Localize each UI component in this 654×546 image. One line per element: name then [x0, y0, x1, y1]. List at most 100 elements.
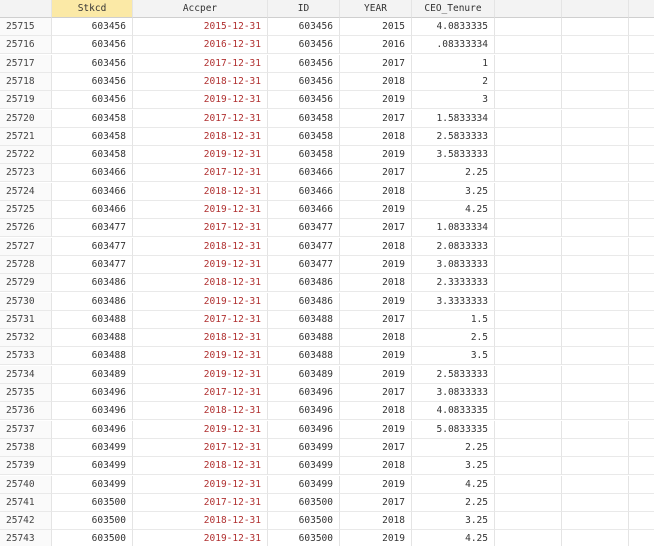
cell-stkcd[interactable]: 603496: [52, 402, 133, 421]
table-row[interactable]: 25728 603477 2019-12-31 603477 2019 3.0833333: [0, 255, 654, 274]
empty-cell[interactable]: [495, 530, 562, 546]
empty-cell[interactable]: [495, 36, 562, 55]
empty-cell[interactable]: [562, 493, 629, 512]
empty-cell[interactable]: [562, 255, 629, 274]
row-number[interactable]: 25741: [0, 493, 52, 512]
row-number[interactable]: 25726: [0, 219, 52, 238]
empty-cell[interactable]: [629, 128, 654, 146]
cell-stkcd[interactable]: 603499: [52, 475, 133, 494]
table-row[interactable]: 25739 603499 2018-12-31 603499 2018 3.25: [0, 457, 654, 476]
column-header-accper[interactable]: Accper: [133, 0, 268, 18]
cell-id[interactable]: 603477: [268, 255, 340, 274]
cell-id[interactable]: 603458: [268, 109, 340, 128]
cell-year[interactable]: 2019: [340, 530, 412, 546]
cell-accper[interactable]: 2018-12-31: [133, 402, 268, 421]
empty-cell[interactable]: [495, 146, 562, 165]
cell-ceo-tenure[interactable]: 3.5: [412, 347, 495, 366]
cell-year[interactable]: 2017: [340, 493, 412, 512]
row-number[interactable]: 25717: [0, 54, 52, 73]
empty-cell[interactable]: [495, 438, 562, 457]
cell-ceo-tenure[interactable]: 2.5833333: [412, 127, 495, 146]
cell-stkcd[interactable]: 603466: [52, 201, 133, 219]
cell-ceo-tenure[interactable]: 3.25: [412, 512, 495, 531]
cell-stkcd[interactable]: 603496: [52, 420, 133, 439]
row-number[interactable]: 25721: [0, 127, 52, 146]
cell-id[interactable]: 603496: [268, 420, 340, 439]
cell-ceo-tenure[interactable]: 2.3333333: [412, 274, 495, 293]
cell-stkcd[interactable]: 603458: [52, 146, 133, 165]
empty-cell[interactable]: [495, 182, 562, 201]
empty-cell[interactable]: [629, 476, 654, 494]
cell-id[interactable]: 603486: [268, 274, 340, 293]
row-number[interactable]: 25736: [0, 402, 52, 421]
empty-cell[interactable]: [629, 110, 654, 128]
cell-year[interactable]: 2017: [340, 219, 412, 238]
cell-stkcd[interactable]: 603458: [52, 109, 133, 128]
cell-year[interactable]: 2019: [340, 91, 412, 110]
row-number[interactable]: 25719: [0, 91, 52, 110]
cell-stkcd[interactable]: 603489: [52, 365, 133, 384]
cell-stkcd[interactable]: 603488: [52, 310, 133, 329]
cell-accper[interactable]: 2019-12-31: [133, 292, 268, 311]
empty-cell[interactable]: [562, 109, 629, 128]
cell-year[interactable]: 2017: [340, 164, 412, 183]
empty-cell[interactable]: [629, 512, 654, 531]
empty-cell[interactable]: [562, 347, 629, 366]
cell-stkcd[interactable]: 603486: [52, 274, 133, 293]
row-number[interactable]: 25730: [0, 292, 52, 311]
cell-id[interactable]: 603499: [268, 438, 340, 457]
empty-cell[interactable]: [495, 109, 562, 128]
cell-id[interactable]: 603488: [268, 329, 340, 348]
cell-year[interactable]: 2019: [340, 292, 412, 311]
table-row[interactable]: 25742 603500 2018-12-31 603500 2018 3.25: [0, 512, 654, 531]
cell-year[interactable]: 2019: [340, 365, 412, 384]
table-row[interactable]: 25723 603466 2017-12-31 603466 2017 2.25: [0, 164, 654, 183]
row-number[interactable]: 25716: [0, 36, 52, 55]
table-row[interactable]: 25724 603466 2018-12-31 603466 2018 3.25: [0, 182, 654, 201]
cell-year[interactable]: 2015: [340, 18, 412, 36]
row-number[interactable]: 25732: [0, 329, 52, 348]
empty-cell[interactable]: [629, 256, 654, 274]
cell-id[interactable]: 603456: [268, 36, 340, 55]
cell-id[interactable]: 603500: [268, 530, 340, 546]
empty-cell[interactable]: [629, 439, 654, 457]
empty-cell[interactable]: [629, 402, 654, 421]
cell-ceo-tenure[interactable]: 1.5: [412, 310, 495, 329]
cell-accper[interactable]: 2018-12-31: [133, 237, 268, 256]
table-row[interactable]: 25732 603488 2018-12-31 603488 2018 2.5: [0, 329, 654, 348]
empty-cell[interactable]: [562, 438, 629, 457]
cell-id[interactable]: 603477: [268, 219, 340, 238]
empty-cell[interactable]: [562, 237, 629, 256]
cell-ceo-tenure[interactable]: 3.5833333: [412, 146, 495, 165]
row-header-corner[interactable]: [0, 0, 52, 18]
table-row[interactable]: 25731 603488 2017-12-31 603488 2017 1.5: [0, 310, 654, 329]
empty-cell[interactable]: [562, 219, 629, 238]
column-header-empty[interactable]: [629, 0, 654, 18]
row-number[interactable]: 25738: [0, 438, 52, 457]
cell-stkcd[interactable]: 603477: [52, 237, 133, 256]
empty-cell[interactable]: [629, 146, 654, 165]
table-row[interactable]: 25743 603500 2019-12-31 603500 2019 4.25: [0, 530, 654, 546]
cell-year[interactable]: 2018: [340, 127, 412, 146]
cell-stkcd[interactable]: 603499: [52, 438, 133, 457]
cell-stkcd[interactable]: 603500: [52, 493, 133, 512]
row-number[interactable]: 25735: [0, 384, 52, 402]
cell-ceo-tenure[interactable]: 1.5833334: [412, 109, 495, 128]
cell-accper[interactable]: 2018-12-31: [133, 182, 268, 201]
table-row[interactable]: 25718 603456 2018-12-31 603456 2018 2: [0, 72, 654, 91]
table-row[interactable]: 25741 603500 2017-12-31 603500 2017 2.25: [0, 493, 654, 512]
cell-accper[interactable]: 2017-12-31: [133, 109, 268, 128]
cell-ceo-tenure[interactable]: 4.0833335: [412, 18, 495, 36]
empty-cell[interactable]: [562, 182, 629, 201]
empty-cell[interactable]: [629, 384, 654, 402]
cell-accper[interactable]: 2019-12-31: [133, 365, 268, 384]
empty-cell[interactable]: [562, 18, 629, 36]
table-row[interactable]: 25735 603496 2017-12-31 603496 2017 3.0833333: [0, 384, 654, 402]
cell-ceo-tenure[interactable]: 4.25: [412, 475, 495, 494]
empty-cell[interactable]: [495, 54, 562, 73]
empty-cell[interactable]: [562, 91, 629, 110]
cell-id[interactable]: 603499: [268, 475, 340, 494]
table-row[interactable]: 25717 603456 2017-12-31 603456 2017 1: [0, 54, 654, 73]
table-row[interactable]: 25729 603486 2018-12-31 603486 2018 2.3333333: [0, 274, 654, 293]
row-number[interactable]: 25733: [0, 347, 52, 366]
